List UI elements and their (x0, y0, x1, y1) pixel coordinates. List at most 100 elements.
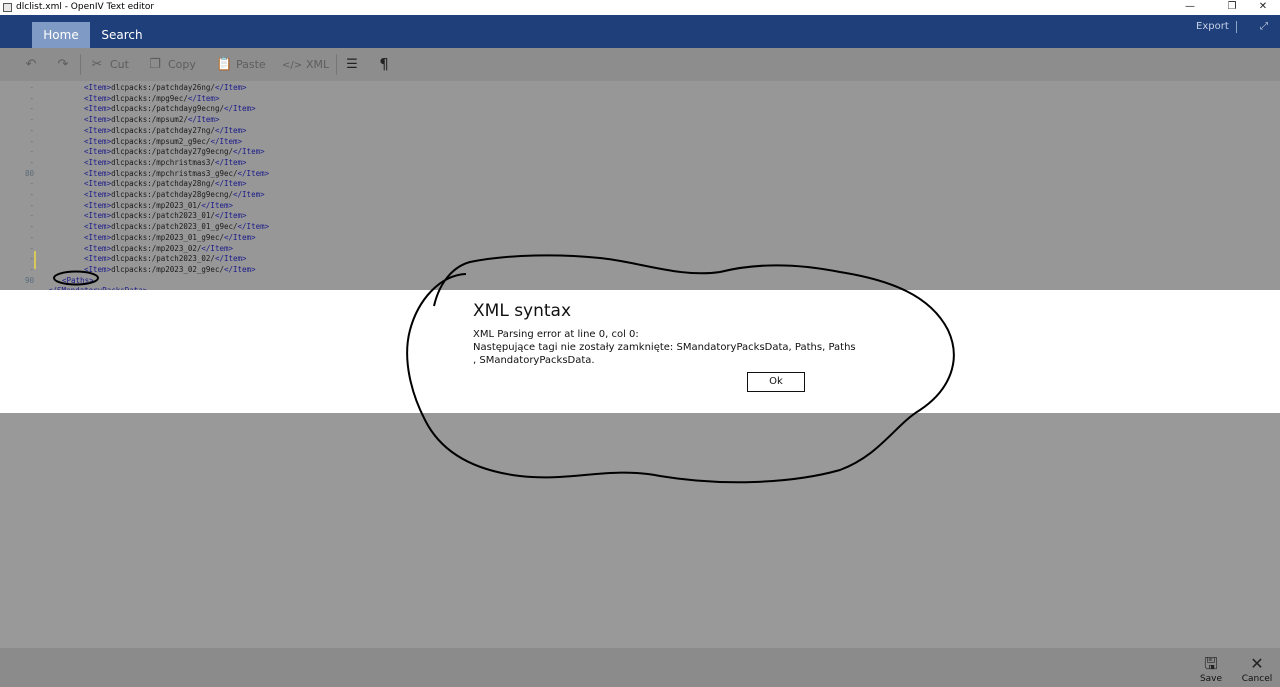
close-tag: </Item> (223, 104, 256, 114)
app-icon (3, 3, 12, 12)
line-number: - (29, 243, 34, 253)
code-text: <Item>dlcpacks:/patchdayg9ecng/</Item> (84, 103, 256, 114)
scissors-icon: ✂ (91, 57, 103, 72)
tag-value: dlcpacks:/mpg9ec/ (111, 93, 188, 103)
redo-button[interactable]: ↷ (56, 48, 76, 81)
close-tag: </Item> (214, 125, 247, 135)
line-number: - (29, 136, 34, 146)
open-tag: <Item> (84, 104, 112, 114)
line-number: 90 (24, 275, 34, 285)
copy-icon: ❐ (149, 57, 161, 72)
code-text: <Item>dlcpacks:/patchday28ng/</Item> (84, 178, 247, 189)
line-number: - (29, 211, 34, 221)
dialog-message: XML Parsing error at line 0, col 0: Nast… (473, 328, 856, 367)
open-tag: <Item> (84, 222, 112, 232)
paste-button[interactable]: 📋 Paste (216, 48, 266, 81)
code-text: <Item>dlcpacks:/patch2023_01_g9ec/</Item… (84, 221, 269, 232)
close-tag: </Item> (233, 147, 265, 157)
change-marker (34, 251, 36, 269)
code-text: <Item>dlcpacks:/mp2023_02/</Item> (84, 243, 233, 254)
open-tag: <Item> (84, 200, 112, 210)
pilcrow-icon: ¶ (379, 55, 389, 73)
tag-value: dlcpacks:/patchday26ng/ (111, 83, 215, 92)
open-tag: <Item> (84, 254, 112, 264)
code-text: <Item>dlcpacks:/patch2023_02/</Item> (84, 253, 247, 264)
cut-label: Cut (110, 58, 129, 71)
code-text: <Item>dlcpacks:/patchday28g9ecng/</Item> (84, 189, 265, 200)
close-tag: </Item> (237, 168, 270, 178)
tag-value: dlcpacks:/patchday27g9ecng/ (111, 147, 234, 157)
copy-button[interactable]: ❐ Copy (148, 48, 196, 81)
line-number: - (29, 232, 34, 242)
code-text: <Item>dlcpacks:/mp2023_02_g9ec/</Item> (84, 264, 256, 275)
code-text: <Item>dlcpacks:/patchday26ng/</Item> (84, 82, 247, 93)
format-icon: ☰ (346, 57, 358, 72)
tag-value: dlcpacks:/patchday28g9ecng/ (111, 190, 234, 199)
cut-button[interactable]: ✂ Cut (90, 48, 129, 81)
line-number: - (29, 179, 34, 189)
minimize-button[interactable]: — (1175, 0, 1205, 15)
close-tag: </Item> (223, 232, 256, 242)
undo-button[interactable]: ↶ (24, 48, 44, 81)
tag-value: dlcpacks:/mpsum2_g9ec/ (111, 136, 211, 146)
save-button[interactable]: 🖫 Save (1191, 654, 1231, 684)
xml-button[interactable]: </> XML (282, 48, 329, 81)
code-text: <Item>dlcpacks:/patchday27g9ecng/</Item> (84, 146, 265, 157)
line-number: - (29, 83, 34, 92)
open-tag: <Item> (84, 147, 112, 157)
code-text: <Item>dlcpacks:/patchday27ng/</Item> (84, 125, 247, 136)
dialog-message-line: Następujące tagi nie zostały zamknięte: … (473, 342, 856, 353)
tag-value: dlcpacks:/mp2023_01_g9ec/ (111, 232, 224, 242)
close-tag: </Item> (214, 254, 247, 264)
code-text: <Item>dlcpacks:/mp2023_01/</Item> (84, 200, 233, 211)
format-button[interactable]: ☰ (345, 48, 365, 81)
code-text: <Item>dlcpacks:/patch2023_01/</Item> (84, 210, 247, 221)
open-tag: <Item> (84, 190, 112, 199)
tag-value: dlcpacks:/mpchristmas3_g9ec/ (111, 168, 238, 178)
undo-icon: ↶ (25, 57, 37, 72)
tag-value: dlcpacks:/mpchristmas3/ (111, 157, 215, 167)
code-text: <Item>dlcpacks:/mpchristmas3/</Item> (84, 157, 247, 168)
open-tag: <Item> (84, 136, 112, 146)
line-number: - (29, 104, 34, 114)
line-number: - (29, 115, 34, 125)
close-tag: </Item> (233, 190, 265, 199)
tag-value: dlcpacks:/patchday28ng/ (111, 179, 215, 189)
export-button[interactable]: Export (1196, 20, 1229, 34)
open-tag: <Item> (84, 264, 112, 274)
line-number: - (29, 190, 34, 199)
tag-value: dlcpacks:/patch2023_01/ (111, 211, 215, 221)
open-tag: <Item> (84, 157, 112, 167)
close-button[interactable]: ✕ (1248, 0, 1278, 15)
window-title: dlclist.xml - OpenIV Text editor (16, 2, 155, 12)
tag-value: dlcpacks:/patch2023_02/ (111, 254, 215, 264)
close-tag: </Item> (214, 211, 247, 221)
line-number: - (29, 157, 34, 167)
save-label: Save (1199, 674, 1223, 684)
ok-button[interactable]: Ok (747, 372, 805, 392)
cancel-label: Cancel (1241, 674, 1273, 684)
open-tag: <Item> (84, 168, 112, 178)
dialog-message-line: XML Parsing error at line 0, col 0: (473, 329, 639, 340)
tab-home[interactable]: Home (32, 22, 90, 48)
floppy-disk-icon: 🖫 (1204, 654, 1218, 673)
code-text: <Item>dlcpacks:/mpsum2/</Item> (84, 114, 219, 125)
open-tag: <Item> (84, 179, 112, 189)
close-tag: </Item> (237, 222, 270, 232)
cancel-button[interactable]: ✕ Cancel (1237, 654, 1277, 684)
toolbar: ↶ ↷ ✂ Cut ❐ Copy 📋 Paste </> XML ☰ ¶ (0, 48, 1280, 81)
close-tag: </Item> (201, 200, 234, 210)
open-tag: <Item> (84, 243, 112, 253)
restore-button[interactable]: ❐ (1217, 0, 1247, 15)
expand-icon[interactable]: ⤢ (1260, 20, 1268, 34)
close-icon: ✕ (1250, 654, 1264, 673)
line-number: - (29, 264, 34, 274)
paste-label: Paste (236, 58, 266, 71)
tag-value: dlcpacks:/mp2023_02/ (111, 243, 202, 253)
tab-search[interactable]: Search (96, 22, 148, 48)
code-editor[interactable]: - <Item>dlcpacks:/patchday26ng/</Item> - <I… (0, 81, 1280, 290)
show-whitespace-button[interactable]: ¶ (377, 48, 397, 81)
tag-value: dlcpacks:/patch2023_01_g9ec/ (111, 222, 238, 232)
line-number: - (29, 200, 34, 210)
close-tag: </Item> (187, 115, 220, 125)
